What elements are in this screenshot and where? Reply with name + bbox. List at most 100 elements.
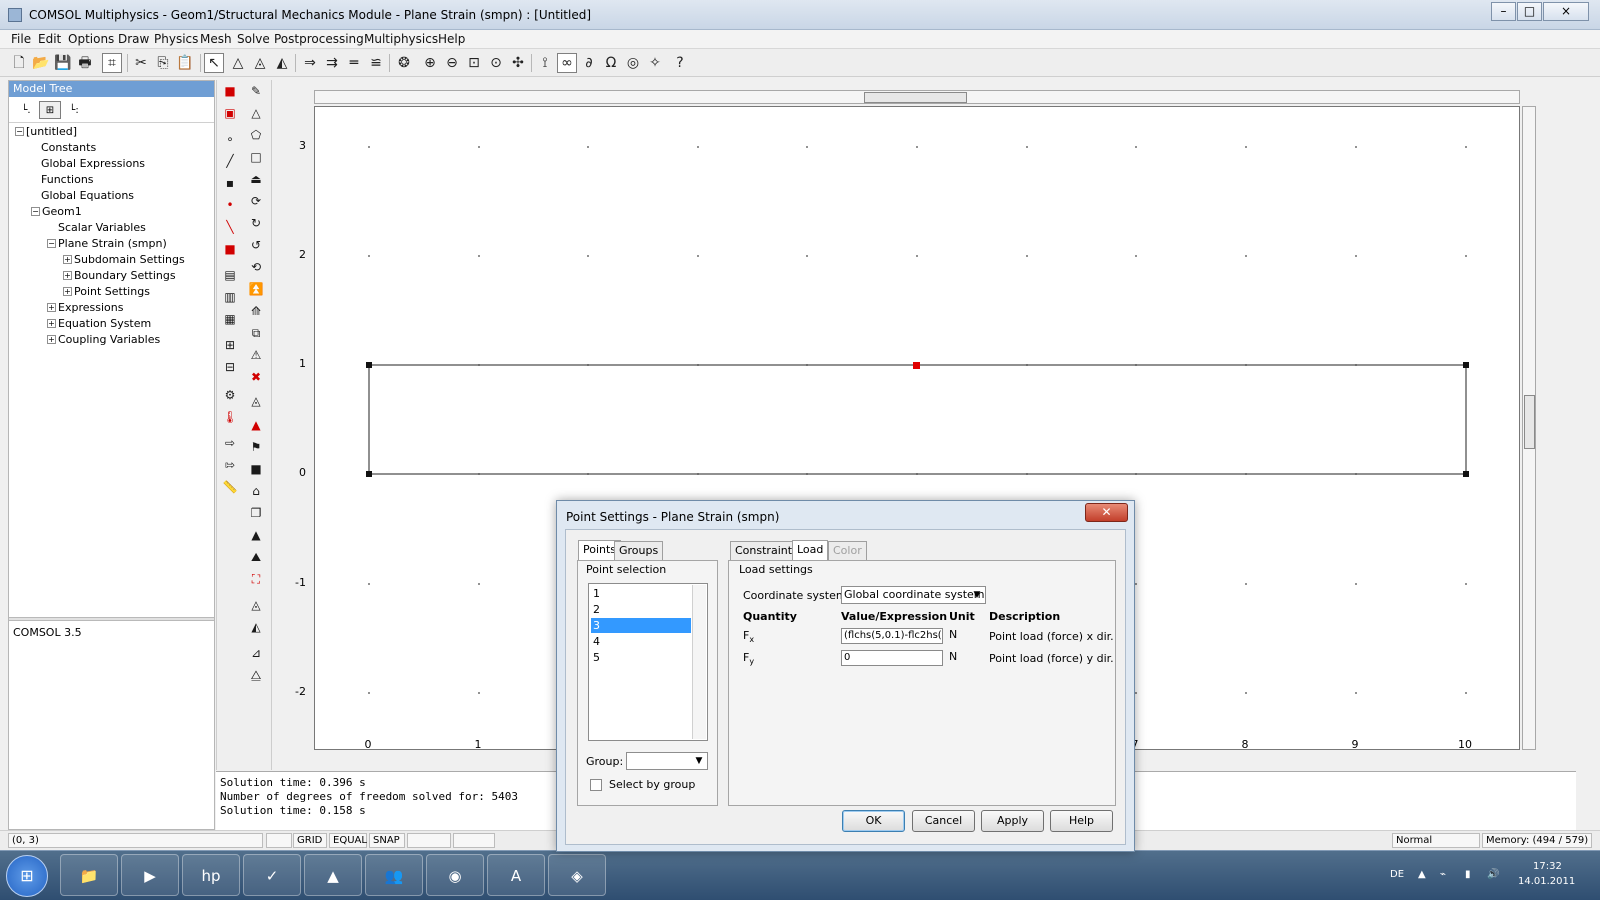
copy-geometry-icon[interactable]: ▥ bbox=[221, 288, 239, 306]
equal-toggle[interactable]: EQUAL bbox=[329, 833, 367, 848]
expand-icon[interactable]: + bbox=[47, 335, 56, 344]
start-button[interactable]: ⊞ bbox=[6, 855, 48, 897]
mountain-icon[interactable]: ⛰ bbox=[247, 548, 265, 566]
coordinate-system-select[interactable]: Global coordinate system ▼ bbox=[841, 586, 986, 604]
triangle-tool-icon[interactable]: △ bbox=[247, 104, 265, 122]
menu-mesh[interactable]: Mesh bbox=[200, 32, 232, 46]
fx-value-input[interactable]: (flchs(5,0.1)-flc2hs(5 bbox=[841, 628, 943, 644]
maximize-button[interactable]: □ bbox=[1517, 2, 1542, 21]
tree-view-detail-icon[interactable]: ⊞ bbox=[39, 101, 61, 119]
copy-icon[interactable]: ⎘ bbox=[153, 53, 173, 73]
cancel-button[interactable]: Cancel bbox=[912, 810, 975, 832]
vertical-scroll-thumb[interactable] bbox=[1524, 395, 1535, 449]
boundary-mode-icon[interactable]: ∂ bbox=[579, 53, 599, 73]
rotate-alt-icon[interactable]: ⟲ bbox=[247, 258, 265, 276]
close-button[interactable]: × bbox=[1543, 2, 1589, 21]
tree-item-functions[interactable]: Functions bbox=[41, 173, 94, 187]
show-tray-icon[interactable]: ▲ bbox=[1418, 869, 1426, 880]
expand-icon[interactable]: + bbox=[47, 319, 56, 328]
tree-item-global-expressions[interactable]: Global Expressions bbox=[41, 157, 145, 171]
tree-item-geom1[interactable]: − Geom1 bbox=[31, 205, 82, 219]
tree-item-coupling-variables[interactable]: + Coupling Variables bbox=[47, 333, 160, 347]
mesh-tri-icon[interactable]: ◬ bbox=[247, 392, 265, 410]
rotate-tool-icon[interactable]: ⟳ bbox=[247, 192, 265, 210]
corner-point[interactable] bbox=[1463, 471, 1469, 477]
menu-help[interactable]: Help bbox=[438, 32, 465, 46]
cut-icon[interactable]: ✂ bbox=[131, 53, 151, 73]
clock-time[interactable]: 17:32 bbox=[1533, 861, 1562, 872]
horizontal-scroll-thumb[interactable] bbox=[864, 92, 967, 103]
comsol-taskbar-icon[interactable]: ◈ bbox=[548, 854, 606, 896]
array-icon[interactable]: ▤ bbox=[221, 266, 239, 284]
parametric-icon[interactable]: ≌ bbox=[366, 53, 386, 73]
collapse-icon[interactable]: − bbox=[47, 239, 56, 248]
mesh-alt-icon[interactable]: ◬ bbox=[247, 596, 265, 614]
gray-square-icon[interactable]: ■ bbox=[247, 460, 265, 478]
menu-physics[interactable]: Physics bbox=[154, 32, 198, 46]
geometry-modeling-icon[interactable]: ⟟ bbox=[535, 53, 555, 73]
tree-item-root[interactable]: − [untitled] bbox=[15, 125, 77, 139]
extrude-tool-icon[interactable]: ⏏ bbox=[247, 170, 265, 188]
refine-mesh-icon[interactable]: ◭ bbox=[272, 53, 292, 73]
mesh-triangles-icon[interactable]: ◬ bbox=[250, 53, 270, 73]
constraint-icon[interactable]: ⇰ bbox=[221, 456, 239, 474]
thermometer-icon[interactable]: 🌡 bbox=[221, 408, 239, 426]
expand-icon[interactable]: + bbox=[63, 287, 72, 296]
delete-icon[interactable]: ✖ bbox=[247, 368, 265, 386]
menu-draw[interactable]: Draw bbox=[118, 32, 149, 46]
list-item-selected[interactable]: 3 bbox=[591, 618, 691, 633]
minimize-button[interactable]: – bbox=[1491, 2, 1516, 21]
house-icon[interactable]: ⌂ bbox=[247, 482, 265, 500]
move-icon[interactable]: ▦ bbox=[221, 310, 239, 328]
tree-view-list-icon[interactable]: └: bbox=[63, 101, 85, 119]
corner-point[interactable] bbox=[366, 471, 372, 477]
list-item[interactable]: 2 bbox=[591, 602, 691, 617]
mesh-fill-icon[interactable]: ◭ bbox=[247, 618, 265, 636]
select-all-icon[interactable]: ⊞ bbox=[221, 336, 239, 354]
chrome-icon[interactable]: ◉ bbox=[426, 854, 484, 896]
pyramid-icon[interactable]: ▲ bbox=[247, 526, 265, 544]
postprocessing-mode-icon[interactable]: ✧ bbox=[645, 53, 665, 73]
stack-icon[interactable]: ❐ bbox=[247, 504, 265, 522]
zoom-out-icon[interactable]: ⊖ bbox=[442, 53, 462, 73]
media-player-icon[interactable]: ▶ bbox=[121, 854, 179, 896]
menu-postprocessing[interactable]: Postprocessing bbox=[274, 32, 364, 46]
expand-icon[interactable]: + bbox=[63, 271, 72, 280]
help-icon[interactable]: ? bbox=[670, 53, 690, 73]
polygon-tool-icon[interactable]: ⬠ bbox=[247, 126, 265, 144]
corner-point[interactable] bbox=[366, 362, 372, 368]
list-item[interactable]: 5 bbox=[591, 650, 691, 665]
explorer-icon[interactable]: 📁 bbox=[60, 854, 118, 896]
subdomain-mode-icon[interactable]: Ω bbox=[601, 53, 621, 73]
grid-toggle[interactable]: GRID bbox=[293, 833, 327, 848]
pointer-icon[interactable]: ↖ bbox=[204, 53, 224, 73]
flag-icon[interactable]: ⚑ bbox=[247, 438, 265, 456]
rectangle-tool-icon[interactable]: □ bbox=[247, 148, 265, 166]
menu-file[interactable]: File bbox=[11, 32, 31, 46]
rotate-cw-icon[interactable]: ↻ bbox=[247, 214, 265, 232]
collapse-icon[interactable]: − bbox=[31, 207, 40, 216]
zoom-window-icon[interactable]: ⊡ bbox=[464, 53, 484, 73]
red-triangle-icon[interactable]: ▲ bbox=[247, 416, 265, 434]
combine-icon[interactable]: ⧉ bbox=[247, 324, 265, 342]
line-tool-icon[interactable]: ╱ bbox=[221, 152, 239, 170]
load-icon[interactable]: ⇨ bbox=[221, 434, 239, 452]
tree-item-scalar-variables[interactable]: Scalar Variables bbox=[58, 221, 146, 235]
coordinate-icon[interactable]: ⌗ bbox=[102, 53, 122, 73]
select-point-icon[interactable]: ▣ bbox=[221, 104, 239, 122]
collapse-icon[interactable]: − bbox=[15, 127, 24, 136]
tree-item-global-equations[interactable]: Global Equations bbox=[41, 189, 134, 203]
rotate-ccw-icon[interactable]: ↺ bbox=[247, 236, 265, 254]
menu-solve[interactable]: Solve bbox=[237, 32, 270, 46]
save-icon[interactable]: 💾 bbox=[53, 53, 73, 73]
red-line-icon[interactable]: ╲ bbox=[221, 218, 239, 236]
menu-multiphysics[interactable]: Multiphysics bbox=[364, 32, 438, 46]
new-file-icon[interactable]: 🗋 bbox=[9, 53, 29, 73]
tree-item-boundary-settings[interactable]: + Boundary Settings bbox=[63, 269, 176, 283]
mesh-mode-icon[interactable]: ◎ bbox=[623, 53, 643, 73]
hp-icon[interactable]: hp bbox=[182, 854, 240, 896]
expand-icon[interactable]: + bbox=[47, 303, 56, 312]
ruler-icon[interactable]: 📏 bbox=[221, 478, 239, 496]
triangle-icon[interactable]: △ bbox=[228, 53, 248, 73]
vlc-icon[interactable]: ▲ bbox=[304, 854, 362, 896]
